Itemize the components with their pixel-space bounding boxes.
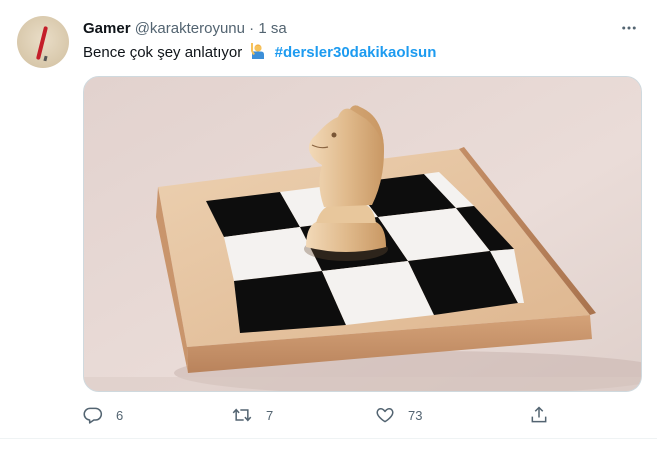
- like-count: 73: [408, 407, 423, 423]
- avatar[interactable]: [17, 16, 69, 68]
- retweet-count: 7: [266, 407, 274, 423]
- reply-count: 6: [116, 407, 124, 423]
- person-raising-hand-icon: [248, 42, 266, 66]
- separator-dot: ·: [249, 20, 255, 37]
- tweet-header: Gamer @karakteroyunu · 1 sa: [83, 19, 287, 39]
- share-icon: [529, 405, 549, 425]
- reply-button[interactable]: 6: [83, 402, 123, 428]
- tweet-media-image[interactable]: [83, 76, 642, 392]
- more-options-icon[interactable]: [616, 17, 642, 39]
- reply-icon: [83, 405, 103, 425]
- tweet-actions: 6 7 73: [83, 402, 643, 428]
- tweet-body: Bence çok şey anlatıyor: [83, 44, 243, 61]
- share-button[interactable]: [529, 402, 549, 428]
- retweet-button[interactable]: 7: [231, 402, 273, 428]
- chess-knight-photo: [84, 77, 641, 391]
- like-button[interactable]: 73: [375, 402, 422, 428]
- divider: [0, 438, 657, 439]
- user-handle[interactable]: @karakteroyunu: [135, 20, 245, 37]
- hashtag-link[interactable]: #dersler30dakikaolsun: [275, 44, 437, 61]
- timestamp[interactable]: 1 sa: [258, 20, 286, 37]
- retweet-icon: [231, 405, 253, 425]
- display-name[interactable]: Gamer: [83, 20, 131, 37]
- pen-tip: [43, 55, 48, 62]
- pen-image: [35, 26, 49, 60]
- tweet-card[interactable]: Gamer @karakteroyunu · 1 sa Bence çok şe…: [0, 0, 657, 449]
- tweet-text: Bence çok şey anlatıyor #dersler30dakika…: [83, 42, 436, 66]
- heart-icon: [375, 405, 395, 425]
